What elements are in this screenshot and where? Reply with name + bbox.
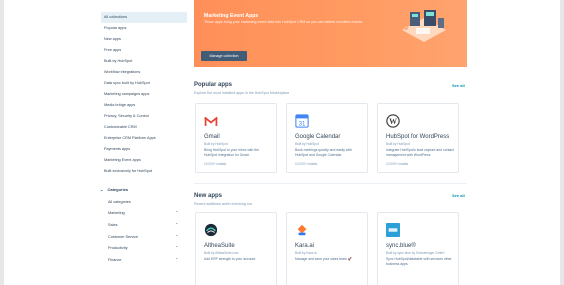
- banner-illustration: [402, 10, 446, 42]
- syncblue-icon: [386, 223, 400, 237]
- sidebar-item-free-apps[interactable]: Free apps: [104, 45, 121, 55]
- svg-text:W: W: [389, 117, 397, 126]
- app-card-google-calendar[interactable]: 31 Google Calendar Built by HubSpot Book…: [286, 103, 368, 173]
- altheasuite-icon: [204, 223, 218, 237]
- sidebar-item-marketing-event[interactable]: Marketing Event apps: [104, 155, 141, 165]
- app-card-author: Built by AltheaSuite.com: [204, 251, 239, 255]
- app-card-syncblue[interactable]: sync.blue® Built by sync.blue by Schwier…: [377, 212, 459, 285]
- app-card-title: sync.blue®: [386, 243, 416, 249]
- chevron-down-icon[interactable]: ⌄: [175, 255, 178, 260]
- category-productivity[interactable]: Productivity: [108, 243, 128, 253]
- svg-text:31: 31: [299, 120, 306, 127]
- chevron-down-icon[interactable]: ⌄: [175, 232, 178, 237]
- app-card-title: Gmail: [204, 134, 220, 140]
- popular-apps-subtitle: Explore the most installed apps in the H…: [194, 91, 290, 95]
- app-card-altheasuite[interactable]: AltheaSuite Built by AltheaSuite.com Add…: [195, 212, 277, 285]
- categories-header[interactable]: ⌄ Categories: [100, 187, 128, 192]
- app-card-author: Built by sync.blue by Schwieringer GmbH: [386, 251, 445, 255]
- app-card-description: Sync HubSpot/datatable with services oth…: [386, 257, 452, 266]
- sidebar-item-customizable-crm[interactable]: Customizable CRM: [104, 122, 137, 132]
- sidebar-item-new-apps[interactable]: New apps: [104, 34, 121, 44]
- sidebar-item-enterprise-crm[interactable]: Enterprise CRM Platform Apps: [104, 133, 156, 143]
- app-card-installs: 10,000+ installs: [386, 162, 409, 166]
- app-card-description: Bring HubSpot to your inbox with the Hub…: [204, 148, 260, 157]
- wordpress-icon: W: [386, 114, 400, 128]
- category-customer-service[interactable]: Customer Service: [108, 232, 138, 242]
- app-card-gmail[interactable]: Gmail Built by HubSpot Bring HubSpot to …: [195, 103, 277, 173]
- category-finance[interactable]: Finance: [108, 255, 122, 265]
- sidebar-item-privacy-security[interactable]: Privacy, Security & Control: [104, 111, 149, 121]
- kara-icon: [297, 224, 307, 236]
- new-apps-subtitle: Recent additions worth checking out: [194, 202, 252, 206]
- app-card-author: Built by HubSpot: [204, 142, 228, 146]
- sidebar-item-built-exclusively[interactable]: Built exclusively for HubSpot: [104, 166, 152, 176]
- app-card-kara[interactable]: Kara.ai Built by Kara.ai Manage and save…: [286, 212, 368, 285]
- category-all[interactable]: All categories: [108, 197, 131, 207]
- gmail-icon: [204, 116, 218, 126]
- app-card-description: Add ERP strength to your account.: [204, 257, 257, 261]
- app-card-wordpress[interactable]: W HubSpot for WordPress Built by HubSpot…: [377, 103, 459, 173]
- app-card-installs: 10,000+ installs: [204, 162, 227, 166]
- app-card-title: AltheaSuite: [204, 243, 235, 249]
- banner-description: Those apps bring your marketing event da…: [204, 20, 364, 24]
- chevron-down-icon[interactable]: ⌄: [175, 243, 178, 248]
- popular-see-all-link[interactable]: See all: [452, 83, 465, 88]
- sidebar-item-marketing-campaigns[interactable]: Marketing campaigns apps: [104, 89, 149, 99]
- app-card-title: HubSpot for WordPress: [386, 134, 450, 140]
- app-card-title: Google Calendar: [295, 134, 341, 140]
- app-card-title: Kara.ai: [295, 243, 315, 249]
- chevron-down-icon: ⌄: [100, 187, 104, 192]
- sidebar-item-workflow-integrations[interactable]: Workflow integrations: [104, 67, 140, 77]
- sidebar-item-all-collections[interactable]: All collections: [101, 12, 187, 23]
- sidebar-item-popular-apps[interactable]: Popular apps: [104, 23, 126, 33]
- banner-title: Marketing Event Apps: [204, 13, 259, 19]
- google-calendar-icon: 31: [295, 114, 309, 128]
- app-card-author: Built by HubSpot: [386, 142, 410, 146]
- app-card-author: Built by Kara.ai: [295, 251, 317, 255]
- app-card-description: Manage and save your sales team 🚀: [295, 257, 352, 261]
- sidebar-item-data-sync[interactable]: Data sync built by HubSpot: [104, 78, 150, 88]
- new-apps-see-all-link[interactable]: See all: [452, 193, 465, 198]
- chevron-down-icon[interactable]: ⌄: [175, 220, 178, 225]
- app-frame: All collections Popular apps New apps Fr…: [4, 0, 560, 285]
- manage-collection-button[interactable]: Manage collection: [201, 51, 247, 61]
- chevron-down-icon[interactable]: ⌄: [175, 208, 178, 213]
- app-card-description: Book meetings quickly and easily with Hu…: [295, 148, 352, 157]
- sidebar: All collections Popular apps New apps Fr…: [4, 0, 192, 285]
- section-divider: [194, 183, 467, 184]
- sidebar-item-built-by-hubspot[interactable]: Built by HubSpot: [104, 56, 132, 66]
- sidebar-item-media-bridge[interactable]: Media bridge apps: [104, 100, 135, 110]
- category-sales[interactable]: Sales: [108, 220, 118, 230]
- category-marketing[interactable]: Marketing: [108, 208, 125, 218]
- app-card-description: Integrate HubSpot's lead capture and con…: [386, 148, 454, 157]
- popular-apps-title: Popular apps: [194, 82, 233, 88]
- app-card-author: Built by HubSpot: [295, 142, 319, 146]
- app-card-installs: 10,000+ installs: [295, 162, 318, 166]
- new-apps-title: New apps: [194, 193, 223, 199]
- sidebar-item-payments[interactable]: Payments apps: [104, 144, 130, 154]
